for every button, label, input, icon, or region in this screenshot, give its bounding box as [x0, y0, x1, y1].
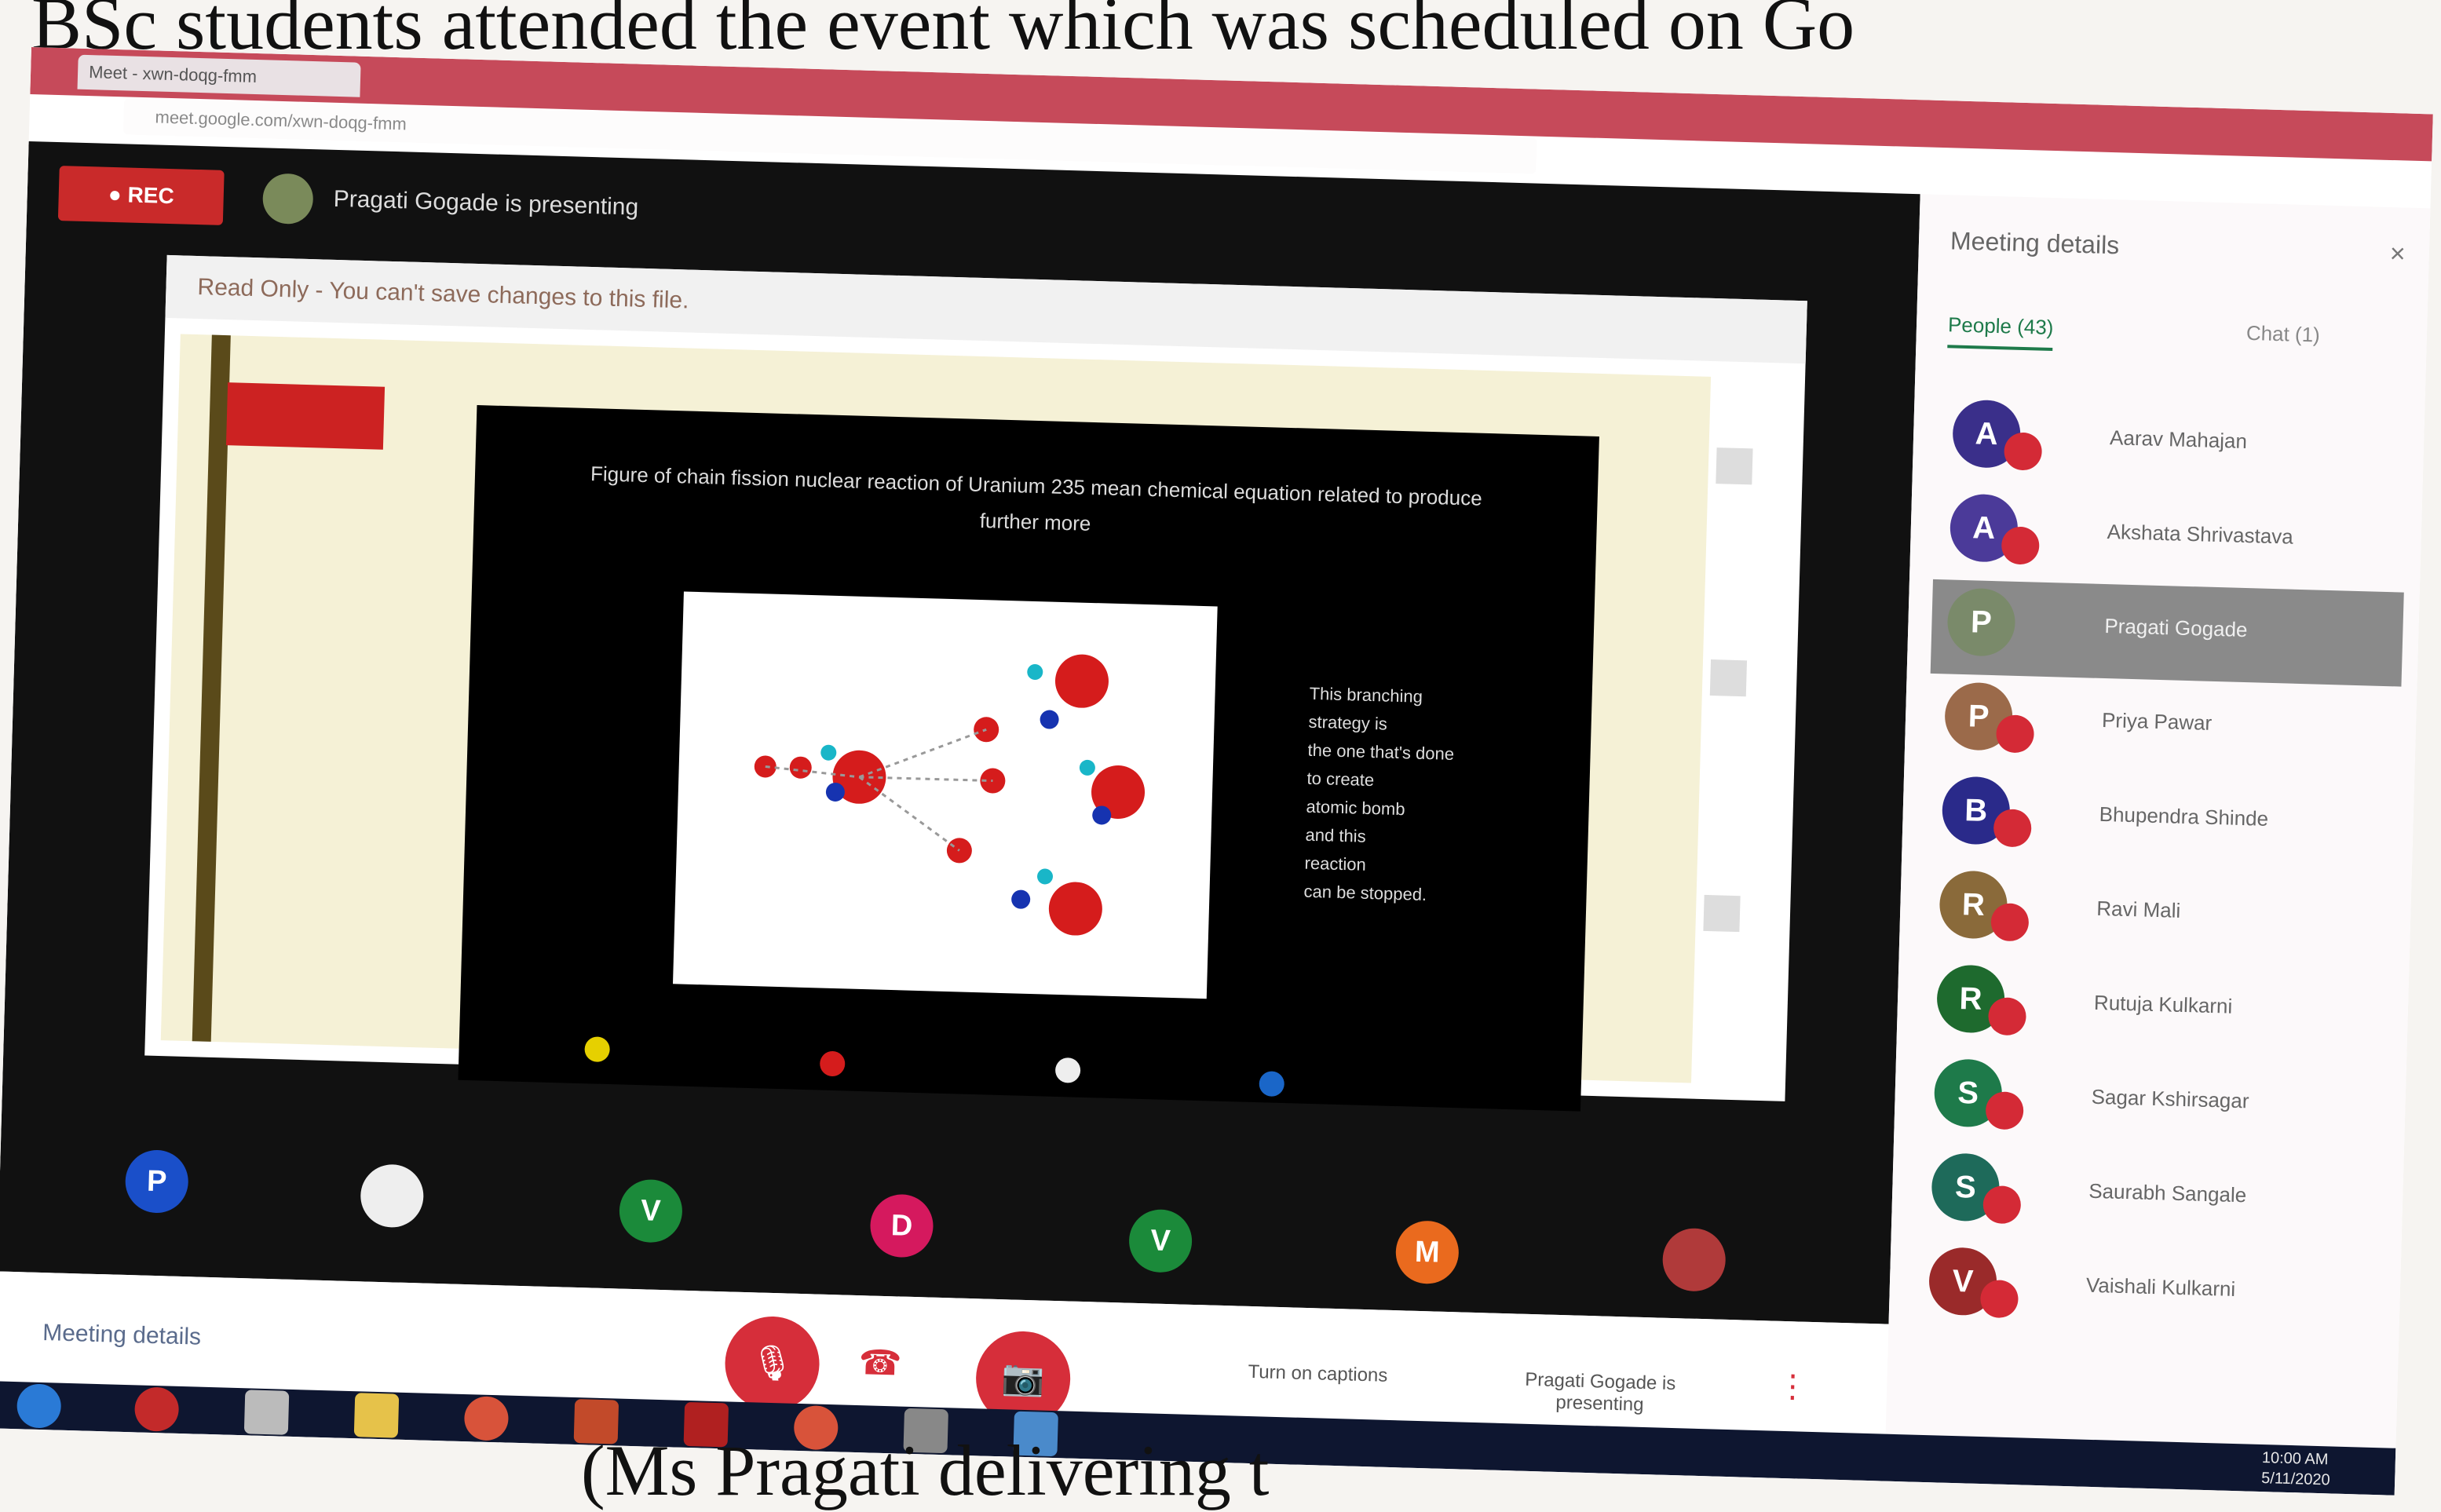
legend-blue-dot	[1259, 1071, 1285, 1097]
participant-name: Rutuja Kulkarni	[2093, 990, 2233, 1018]
avatar: P	[1946, 587, 2016, 657]
shared-document: Read Only - You can't save changes to th…	[144, 254, 1807, 1112]
folder-icon[interactable]	[353, 1393, 400, 1438]
meet-screen: Meet - xwn-doqg-fmm meet.google.com/xwn-…	[0, 47, 2433, 1496]
participant-row[interactable]: S Saurabh Sangale	[1915, 1145, 2388, 1252]
slide-side-text: This branching strategy is the one that'…	[1303, 680, 1498, 911]
participant-tile-d[interactable]: D	[869, 1193, 934, 1258]
participant-row[interactable]: B Bhupendra Shinde	[1925, 768, 2399, 875]
participant-tile-p[interactable]: P	[124, 1149, 189, 1214]
clock-time: 10:00 AM	[2261, 1449, 2329, 1469]
start-icon[interactable]	[16, 1383, 62, 1429]
participant-name: Ravi Mali	[2096, 896, 2181, 922]
mic-off-icon	[1979, 1279, 2019, 1319]
doc-present-icon[interactable]	[1703, 894, 1741, 933]
close-icon[interactable]: ×	[2389, 239, 2406, 270]
mic-off-icon	[1990, 903, 2030, 942]
participant-name: Priya Pawar	[2101, 707, 2213, 735]
meeting-details-panel: Meeting details × People (43) Chat (1) A…	[1885, 194, 2431, 1448]
slide-title: Figure of chain fission nuclear reaction…	[590, 462, 1483, 535]
panel-title: Meeting details	[1950, 226, 2120, 260]
presenter-avatar	[261, 173, 314, 225]
participant-tile-photo[interactable]	[1661, 1227, 1727, 1292]
participant-tile-photo[interactable]	[360, 1163, 425, 1229]
participant-name: Aarav Mahajan	[2109, 425, 2248, 453]
page-bottom-caption: (Ms Pragati delivering t	[581, 1430, 1270, 1510]
taskbar-app-icon[interactable]	[133, 1386, 180, 1432]
meeting-details-button[interactable]: Meeting details	[42, 1320, 202, 1351]
mic-off-icon	[1987, 997, 2027, 1036]
participant-tile-v[interactable]: V	[1127, 1208, 1193, 1273]
participant-row[interactable]: R Rutuja Kulkarni	[1920, 956, 2393, 1064]
participant-name: Saurabh Sangale	[2088, 1178, 2247, 1207]
participant-row[interactable]: V Vaishali Kulkarni	[1912, 1239, 2385, 1346]
presentation-stage: ● REC Pragati Gogade is presenting Read …	[0, 141, 1920, 1324]
legend-red-dot	[819, 1050, 846, 1077]
participant-row[interactable]: P Priya Pawar	[1928, 674, 2401, 781]
slide-flag	[225, 382, 386, 450]
presenting-button[interactable]: Pragati Gogade is presenting	[1501, 1368, 1698, 1418]
slide-content: Figure of chain fission nuclear reaction…	[458, 405, 1599, 1112]
doc-chat-icon[interactable]	[1709, 659, 1748, 697]
mic-off-icon	[1993, 809, 2032, 848]
participant-name: Pragati Gogade	[2104, 614, 2248, 642]
participant-row[interactable]: S Sagar Kshirsagar	[1917, 1050, 2391, 1158]
doc-comment-icon[interactable]	[1716, 447, 1753, 485]
presenting-label: Pragati Gogade is presenting	[333, 185, 639, 221]
chrome-icon[interactable]	[463, 1396, 510, 1441]
captions-button[interactable]: Turn on captions	[1219, 1360, 1416, 1388]
legend-yellow-dot	[584, 1036, 611, 1063]
mic-off-icon	[1995, 714, 2035, 754]
taskbar-app-icon[interactable]	[243, 1390, 290, 1435]
participant-name: Vaishali Kulkarni	[2085, 1273, 2236, 1301]
recording-badge: ● REC	[57, 166, 225, 225]
tab-chat[interactable]: Chat (1)	[2246, 321, 2321, 348]
mic-off-icon	[1985, 1091, 2024, 1130]
participant-tile-m[interactable]: M	[1394, 1220, 1460, 1285]
mic-off-icon	[1982, 1185, 2022, 1225]
clock-date: 5/11/2020	[2260, 1470, 2330, 1489]
participant-tile-v[interactable]: V	[618, 1178, 684, 1244]
participant-name: Bhupendra Shinde	[2099, 802, 2269, 831]
participant-row-active[interactable]: P Pragati Gogade	[1930, 579, 2404, 687]
participant-name: Akshata Shrivastava	[2107, 520, 2294, 549]
fission-diagram-svg	[754, 654, 1146, 936]
mic-off-icon	[2003, 432, 2043, 471]
participant-row[interactable]: A Aarav Mahajan	[1935, 391, 2409, 499]
participant-name: Sagar Kshirsagar	[2091, 1084, 2249, 1113]
mic-off-icon	[2001, 526, 2040, 565]
mic-off-icon[interactable]: 🎙	[723, 1315, 821, 1412]
slide-side-line: can be stopped.	[1303, 881, 1427, 905]
participant-row[interactable]: R Ravi Mali	[1923, 862, 2396, 970]
legend-white-dot	[1054, 1057, 1081, 1083]
participant-row[interactable]: A Akshata Shrivastava	[1933, 485, 2406, 593]
more-options-icon[interactable]: ⋮	[1777, 1368, 1809, 1405]
fission-diagram	[673, 591, 1218, 999]
phone-hangup-icon[interactable]: ☎	[858, 1342, 902, 1384]
tab-people[interactable]: People (43)	[1947, 312, 2054, 352]
